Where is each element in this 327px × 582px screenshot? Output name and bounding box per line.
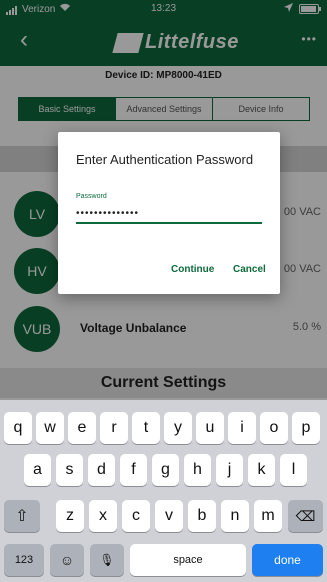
key-r[interactable]: r (100, 412, 128, 444)
key-w[interactable]: w (36, 412, 64, 444)
key-m[interactable]: m (254, 500, 282, 532)
space-key[interactable]: space (130, 544, 246, 576)
key-a[interactable]: a (24, 454, 51, 486)
microphone-key[interactable]: 🎙 (90, 544, 124, 576)
emoji-key[interactable]: ☺ (50, 544, 84, 576)
password-input[interactable] (76, 204, 262, 224)
key-j[interactable]: j (216, 454, 243, 486)
key-o[interactable]: o (260, 412, 288, 444)
key-g[interactable]: g (152, 454, 179, 486)
key-e[interactable]: e (68, 412, 96, 444)
key-y[interactable]: y (164, 412, 192, 444)
password-dialog: Enter Authentication Password Password C… (58, 132, 280, 294)
key-i[interactable]: i (228, 412, 256, 444)
key-l[interactable]: l (280, 454, 307, 486)
key-q[interactable]: q (4, 412, 32, 444)
password-field-label: Password (76, 193, 107, 200)
backspace-key[interactable]: ⌫ (288, 500, 323, 532)
shift-key[interactable]: ⇧ (4, 500, 40, 532)
app-screen: Verizon 13:23 ‹ Littelfuse ••• Device ID… (0, 0, 327, 582)
key-k[interactable]: k (248, 454, 275, 486)
key-f[interactable]: f (120, 454, 147, 486)
key-p[interactable]: p (292, 412, 320, 444)
onscreen-keyboard: q w e r t y u i o p a s d f g h j k l ⇧ … (0, 400, 327, 582)
key-x[interactable]: x (89, 500, 117, 532)
numbers-key[interactable]: 123 (4, 544, 44, 576)
cancel-button[interactable]: Cancel (233, 264, 266, 275)
key-s[interactable]: s (56, 454, 83, 486)
key-t[interactable]: t (132, 412, 160, 444)
key-z[interactable]: z (56, 500, 84, 532)
key-b[interactable]: b (188, 500, 216, 532)
key-c[interactable]: c (122, 500, 150, 532)
key-h[interactable]: h (184, 454, 211, 486)
key-v[interactable]: v (155, 500, 183, 532)
dialog-title: Enter Authentication Password (76, 152, 254, 167)
continue-button[interactable]: Continue (171, 264, 214, 275)
done-key[interactable]: done (252, 544, 323, 576)
key-u[interactable]: u (196, 412, 224, 444)
key-d[interactable]: d (88, 454, 115, 486)
key-n[interactable]: n (221, 500, 249, 532)
